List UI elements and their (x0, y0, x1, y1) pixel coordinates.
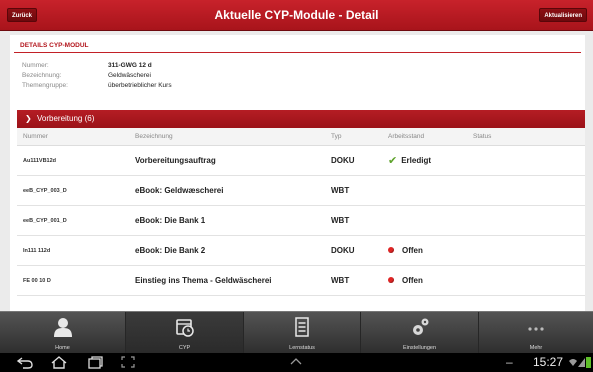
column-header-nummer: Nummer (23, 133, 48, 140)
gears-icon (412, 318, 428, 335)
cell-bezeichnung: Vorbereitungsauftrag (135, 156, 216, 165)
content-area: DETAILS CYP-MODUL Nummer: 311-GWG 12 d B… (0, 31, 593, 311)
calendar-clock-icon (175, 319, 194, 337)
chevron-down-icon: ❯ (25, 114, 32, 123)
field-label-themengruppe: Themengruppe: (22, 82, 68, 89)
arbeitsstand-text: Offen (402, 246, 423, 255)
page-title: Aktuelle CYP-Module - Detail (214, 8, 379, 22)
person-icon (53, 318, 72, 337)
cell-bezeichnung: Einstieg ins Thema - Geldwäscherei (135, 276, 272, 285)
cell-typ: WBT (331, 186, 350, 195)
cell-typ: WBT (331, 276, 350, 285)
column-header-typ: Typ (331, 133, 342, 140)
more-dots-icon (528, 327, 544, 331)
cell-arbeitsstand: Offen (388, 266, 423, 296)
signal-icon (578, 358, 585, 367)
refresh-button[interactable]: Aktualisieren (539, 8, 587, 22)
tab-home[interactable]: Home (0, 312, 126, 354)
section-title: Vorbereitung (6) (37, 114, 95, 123)
table-row[interactable]: FE 00 10 D Einstieg ins Thema - Geldwäsc… (17, 266, 585, 296)
column-header-status: Status (473, 133, 492, 140)
cell-nummer: eeB_CYP_003_D (23, 188, 67, 194)
cell-nummer: Au111VB12d (23, 158, 57, 164)
cell-nummer: FE 00 10 D (23, 278, 51, 284)
cell-typ: DOKU (331, 156, 355, 165)
section-header-vorbereitung[interactable]: ❯ Vorbereitung (6) (17, 110, 585, 128)
status-dot-red-icon (388, 277, 394, 283)
field-value-nummer: 311-GWG 12 d (108, 62, 152, 69)
details-divider (14, 52, 581, 53)
clock: 15:27 (532, 355, 563, 369)
chevron-up-icon[interactable] (288, 355, 304, 369)
cell-typ: DOKU (331, 246, 355, 255)
table-row[interactable]: Au111VB12d Vorbereitungsauftrag DOKU ✔ Er… (17, 146, 585, 176)
list-icon (295, 317, 309, 337)
cell-bezeichnung: eBook: Die Bank 1 (135, 216, 206, 225)
cell-nummer: In111 112d (23, 248, 51, 254)
tab-label: Lernstatus (289, 345, 315, 351)
cell-nummer: eeB_CYP_001_D (23, 218, 67, 224)
column-header-arbeitsstand: Arbeitsstand (388, 133, 425, 140)
arbeitsstand-text: Offen (402, 276, 423, 285)
details-heading: DETAILS CYP-MODUL (20, 42, 89, 49)
battery-icon (586, 357, 591, 368)
tab-lernstatus[interactable]: Lernstatus (244, 312, 361, 354)
column-header-bezeichnung: Bezeichnung (135, 133, 173, 140)
tab-cyp[interactable]: CYP (126, 312, 244, 354)
tab-label: Home (55, 345, 70, 351)
field-value-themengruppe: überbetrieblicher Kurs (108, 82, 172, 89)
cell-arbeitsstand: ✔ Erledigt (388, 146, 431, 176)
table-row[interactable]: eeB_CYP_001_D eBook: Die Bank 1 WBT (17, 206, 585, 236)
detail-card: DETAILS CYP-MODUL Nummer: 311-GWG 12 d B… (10, 35, 585, 311)
table-row[interactable]: eeB_CYP_003_D eBook: Geldwæscherei WBT (17, 176, 585, 206)
cell-arbeitsstand: Offen (388, 236, 423, 266)
status-dot-red-icon (388, 247, 394, 253)
checkmark-icon: ✔ (388, 155, 398, 167)
tab-label: Mehr (529, 345, 543, 351)
cell-typ: WBT (331, 216, 350, 225)
cell-bezeichnung: eBook: Geldwæscherei (135, 186, 224, 195)
tab-mehr[interactable]: Mehr (479, 312, 593, 354)
field-value-bezeichnung: Geldwäscherei (108, 72, 151, 79)
field-label-bezeichnung: Bezeichnung: (22, 72, 62, 79)
bottom-tab-bar: Home CYP Lernstatus Einstellungen Mehr (0, 311, 593, 354)
recent-apps-icon[interactable] (86, 355, 104, 369)
field-label-nummer: Nummer: (22, 62, 49, 69)
home-icon[interactable] (50, 355, 68, 369)
screenshot-icon[interactable] (120, 355, 136, 369)
wifi-icon (569, 359, 577, 366)
tab-einstellungen[interactable]: Einstellungen (361, 312, 479, 354)
arbeitsstand-text: Erledigt (401, 156, 431, 165)
table-header: Nummer Bezeichnung Typ Arbeitsstand Stat… (17, 128, 585, 146)
top-bar: Zurück Aktuelle CYP-Module - Detail Aktu… (0, 0, 593, 31)
system-navigation-bar: – 15:27 (0, 353, 593, 372)
cell-bezeichnung: eBook: Die Bank 2 (135, 246, 206, 255)
table-row[interactable]: In111 112d eBook: Die Bank 2 DOKU Offen (17, 236, 585, 266)
status-dash: – (506, 355, 513, 369)
back-arrow-icon[interactable] (16, 355, 34, 369)
tab-label: CYP (178, 345, 191, 351)
tab-label: Einstellungen (402, 345, 437, 351)
